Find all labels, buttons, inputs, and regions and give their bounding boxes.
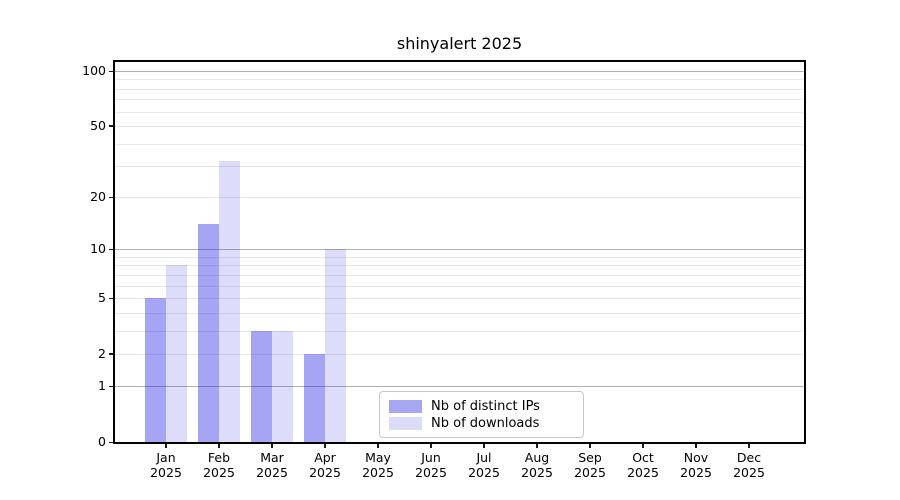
y-tick-label: 0 — [98, 434, 106, 449]
legend-swatch-downloads — [389, 416, 422, 430]
x-tick-mark — [218, 444, 220, 448]
bars-layer — [115, 62, 804, 442]
y-tick-label: 10 — [90, 241, 106, 257]
bar-distinct-ips-feb — [198, 224, 219, 442]
legend-swatch-distinct-ips — [389, 399, 422, 413]
x-tick-mark — [695, 444, 697, 448]
x-tick-mark — [377, 444, 379, 448]
y-tick-mark — [109, 297, 113, 299]
y-tick-mark — [109, 385, 113, 388]
bar-downloads-mar — [272, 330, 293, 442]
bar-downloads-jan — [166, 265, 187, 442]
download-stats-chart: shinyalert 2025 0 1 2 5 10 20 50 100 Jan 2025 Fe… — [0, 0, 900, 500]
y-tick-label: 1 — [98, 378, 106, 394]
legend-item-distinct-ips: Nb of distinct IPs — [389, 398, 574, 414]
y-tick-mark — [109, 196, 113, 199]
legend-item-downloads: Nb of downloads — [389, 415, 574, 431]
legend: Nb of distinct IPs Nb of downloads — [379, 391, 584, 438]
chart-title: shinyalert 2025 — [396, 34, 523, 53]
x-tick-mark — [748, 444, 750, 448]
x-tick-mark — [430, 444, 432, 448]
legend-label-distinct-ips: Nb of distinct IPs — [431, 398, 540, 414]
plot-area — [113, 60, 806, 444]
x-tick-mark — [589, 444, 591, 448]
y-tick-mark — [109, 248, 113, 251]
y-tick-label: 2 — [98, 345, 106, 361]
x-tick-mark — [324, 444, 326, 448]
y-tick-mark — [109, 441, 113, 443]
y-tick-label: 5 — [98, 290, 106, 305]
y-tick-label: 20 — [90, 189, 106, 205]
bar-downloads-feb — [219, 160, 240, 442]
bar-downloads-apr — [325, 249, 346, 442]
y-tick-mark — [109, 125, 113, 127]
y-tick-mark — [109, 70, 113, 72]
x-tick-mark — [271, 444, 273, 448]
x-tick-mark — [536, 444, 538, 448]
y-tick-mark — [109, 353, 113, 355]
x-tick-mark — [483, 444, 485, 448]
y-tick-label: 50 — [90, 117, 106, 133]
x-tick-mark — [165, 444, 167, 448]
bar-distinct-ips-jan — [145, 298, 166, 442]
y-tick-label: 100 — [82, 63, 106, 78]
bar-distinct-ips-apr — [304, 353, 325, 442]
bar-distinct-ips-mar — [251, 330, 272, 442]
legend-label-downloads: Nb of downloads — [431, 415, 540, 431]
x-tick-label-dec: Dec 2025 — [733, 450, 765, 480]
x-tick-mark — [642, 444, 644, 448]
